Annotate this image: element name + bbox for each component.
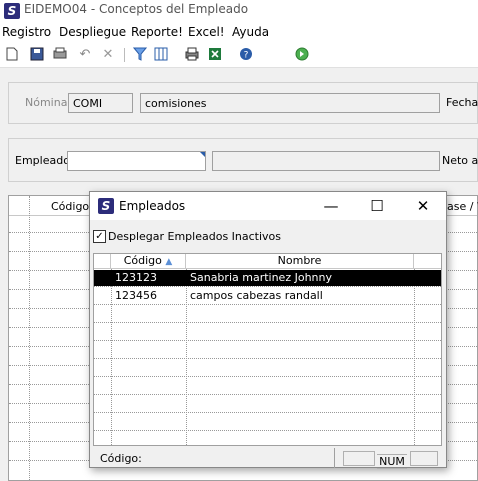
grid-row-line bbox=[94, 358, 441, 359]
grid-row-line bbox=[94, 286, 441, 287]
menu-excel[interactable]: Excel! bbox=[188, 25, 225, 39]
empleado-name-field bbox=[212, 151, 440, 171]
go-icon[interactable] bbox=[294, 47, 310, 63]
nomina-desc-field: comisiones bbox=[140, 93, 440, 113]
filter-icon[interactable] bbox=[132, 47, 148, 63]
empleados-dialog: S Empleados — ☐ ✕ ✓ Desplegar Empleados … bbox=[89, 191, 447, 469]
status-panel bbox=[343, 451, 375, 466]
table-row[interactable]: 123456 campos cabezas randall bbox=[94, 288, 441, 304]
grid-row-line bbox=[94, 340, 441, 341]
row-nombre: Sanabria martinez Johnny bbox=[190, 271, 332, 284]
minimize-icon[interactable]: — bbox=[308, 192, 354, 220]
save-icon[interactable] bbox=[29, 47, 45, 63]
dialog-status-bar: Código: NUM bbox=[90, 448, 446, 469]
row-nombre: campos cabezas randall bbox=[190, 289, 323, 302]
grid-row-line bbox=[94, 412, 441, 413]
inactive-employees-label: Desplegar Empleados Inactivos bbox=[108, 230, 282, 243]
grid-row-line bbox=[94, 394, 441, 395]
menu-ayuda[interactable]: Ayuda bbox=[232, 25, 269, 39]
menu-despliegue[interactable]: Despliegue bbox=[59, 25, 126, 39]
nomina-label: Nómina: bbox=[25, 96, 72, 109]
print-preview-icon[interactable] bbox=[52, 47, 68, 63]
col-nombre-header[interactable]: Nombre bbox=[186, 254, 414, 269]
grid-column-line bbox=[29, 196, 30, 480]
new-document-icon[interactable] bbox=[4, 47, 20, 63]
title-bar: S EIDEMO04 - Conceptos del Empleado bbox=[0, 0, 478, 22]
neto-label: Neto a l bbox=[442, 154, 478, 167]
window-title: EIDEMO04 - Conceptos del Empleado bbox=[24, 2, 249, 16]
grid-row-line bbox=[94, 322, 441, 323]
status-panel bbox=[410, 451, 438, 466]
dialog-title-bar[interactable]: S Empleados — ☐ ✕ bbox=[90, 192, 446, 220]
app-logo-icon: S bbox=[98, 198, 114, 214]
menu-bar: Registro Despliegue Reporte! Excel! Ayud… bbox=[0, 22, 478, 42]
grid-row-line bbox=[94, 376, 441, 377]
empleado-input[interactable] bbox=[67, 151, 206, 171]
table-row[interactable]: 123123 Sanabria martinez Johnny bbox=[94, 270, 441, 286]
excel-icon[interactable] bbox=[207, 47, 223, 63]
menu-registro[interactable]: Registro bbox=[2, 25, 51, 39]
toolbar: ↶ ✕ ? bbox=[0, 42, 478, 68]
close-icon[interactable]: ✕ bbox=[400, 192, 446, 220]
sort-ascending-icon: ▲ bbox=[165, 257, 173, 267]
fecha-label: Fecha bbox=[446, 96, 478, 109]
employees-grid[interactable]: Código ▲ Nombre 123123 Sanabria martinez… bbox=[93, 253, 442, 446]
undo-icon[interactable]: ↶ bbox=[77, 47, 93, 63]
menu-reporte[interactable]: Reporte! bbox=[131, 25, 183, 39]
print-icon[interactable] bbox=[184, 47, 200, 63]
delete-icon[interactable]: ✕ bbox=[100, 47, 116, 63]
inactive-employees-checkbox[interactable]: ✓ bbox=[93, 230, 106, 243]
maximize-icon[interactable]: ☐ bbox=[354, 192, 400, 220]
grid-row-line bbox=[94, 304, 441, 305]
num-indicator: NUM bbox=[377, 454, 407, 469]
grid-row-line bbox=[94, 430, 441, 431]
grid-col-base: ase / W bbox=[447, 200, 478, 213]
lookup-corner-icon bbox=[200, 152, 205, 157]
col-codigo-header[interactable]: Código ▲ bbox=[111, 254, 186, 269]
grid-col-codigo: Código bbox=[51, 200, 90, 213]
columns-icon[interactable] bbox=[153, 47, 169, 63]
app-logo-icon: S bbox=[4, 3, 20, 19]
status-divider bbox=[334, 448, 335, 468]
empleado-label: Empleado: bbox=[15, 154, 74, 167]
col-extra-header bbox=[414, 254, 441, 269]
nomina-code-field: COMI bbox=[68, 93, 133, 113]
row-header-corner bbox=[94, 254, 111, 269]
svg-text:?: ? bbox=[244, 51, 249, 61]
col-codigo-label: Código bbox=[123, 254, 162, 267]
help-icon[interactable]: ? bbox=[238, 47, 254, 63]
row-codigo: 123123 bbox=[115, 271, 157, 284]
dialog-title: Empleados bbox=[119, 199, 186, 213]
toolbar-separator bbox=[124, 48, 125, 62]
status-codigo-label: Código: bbox=[100, 452, 142, 465]
row-codigo: 123456 bbox=[115, 289, 157, 302]
